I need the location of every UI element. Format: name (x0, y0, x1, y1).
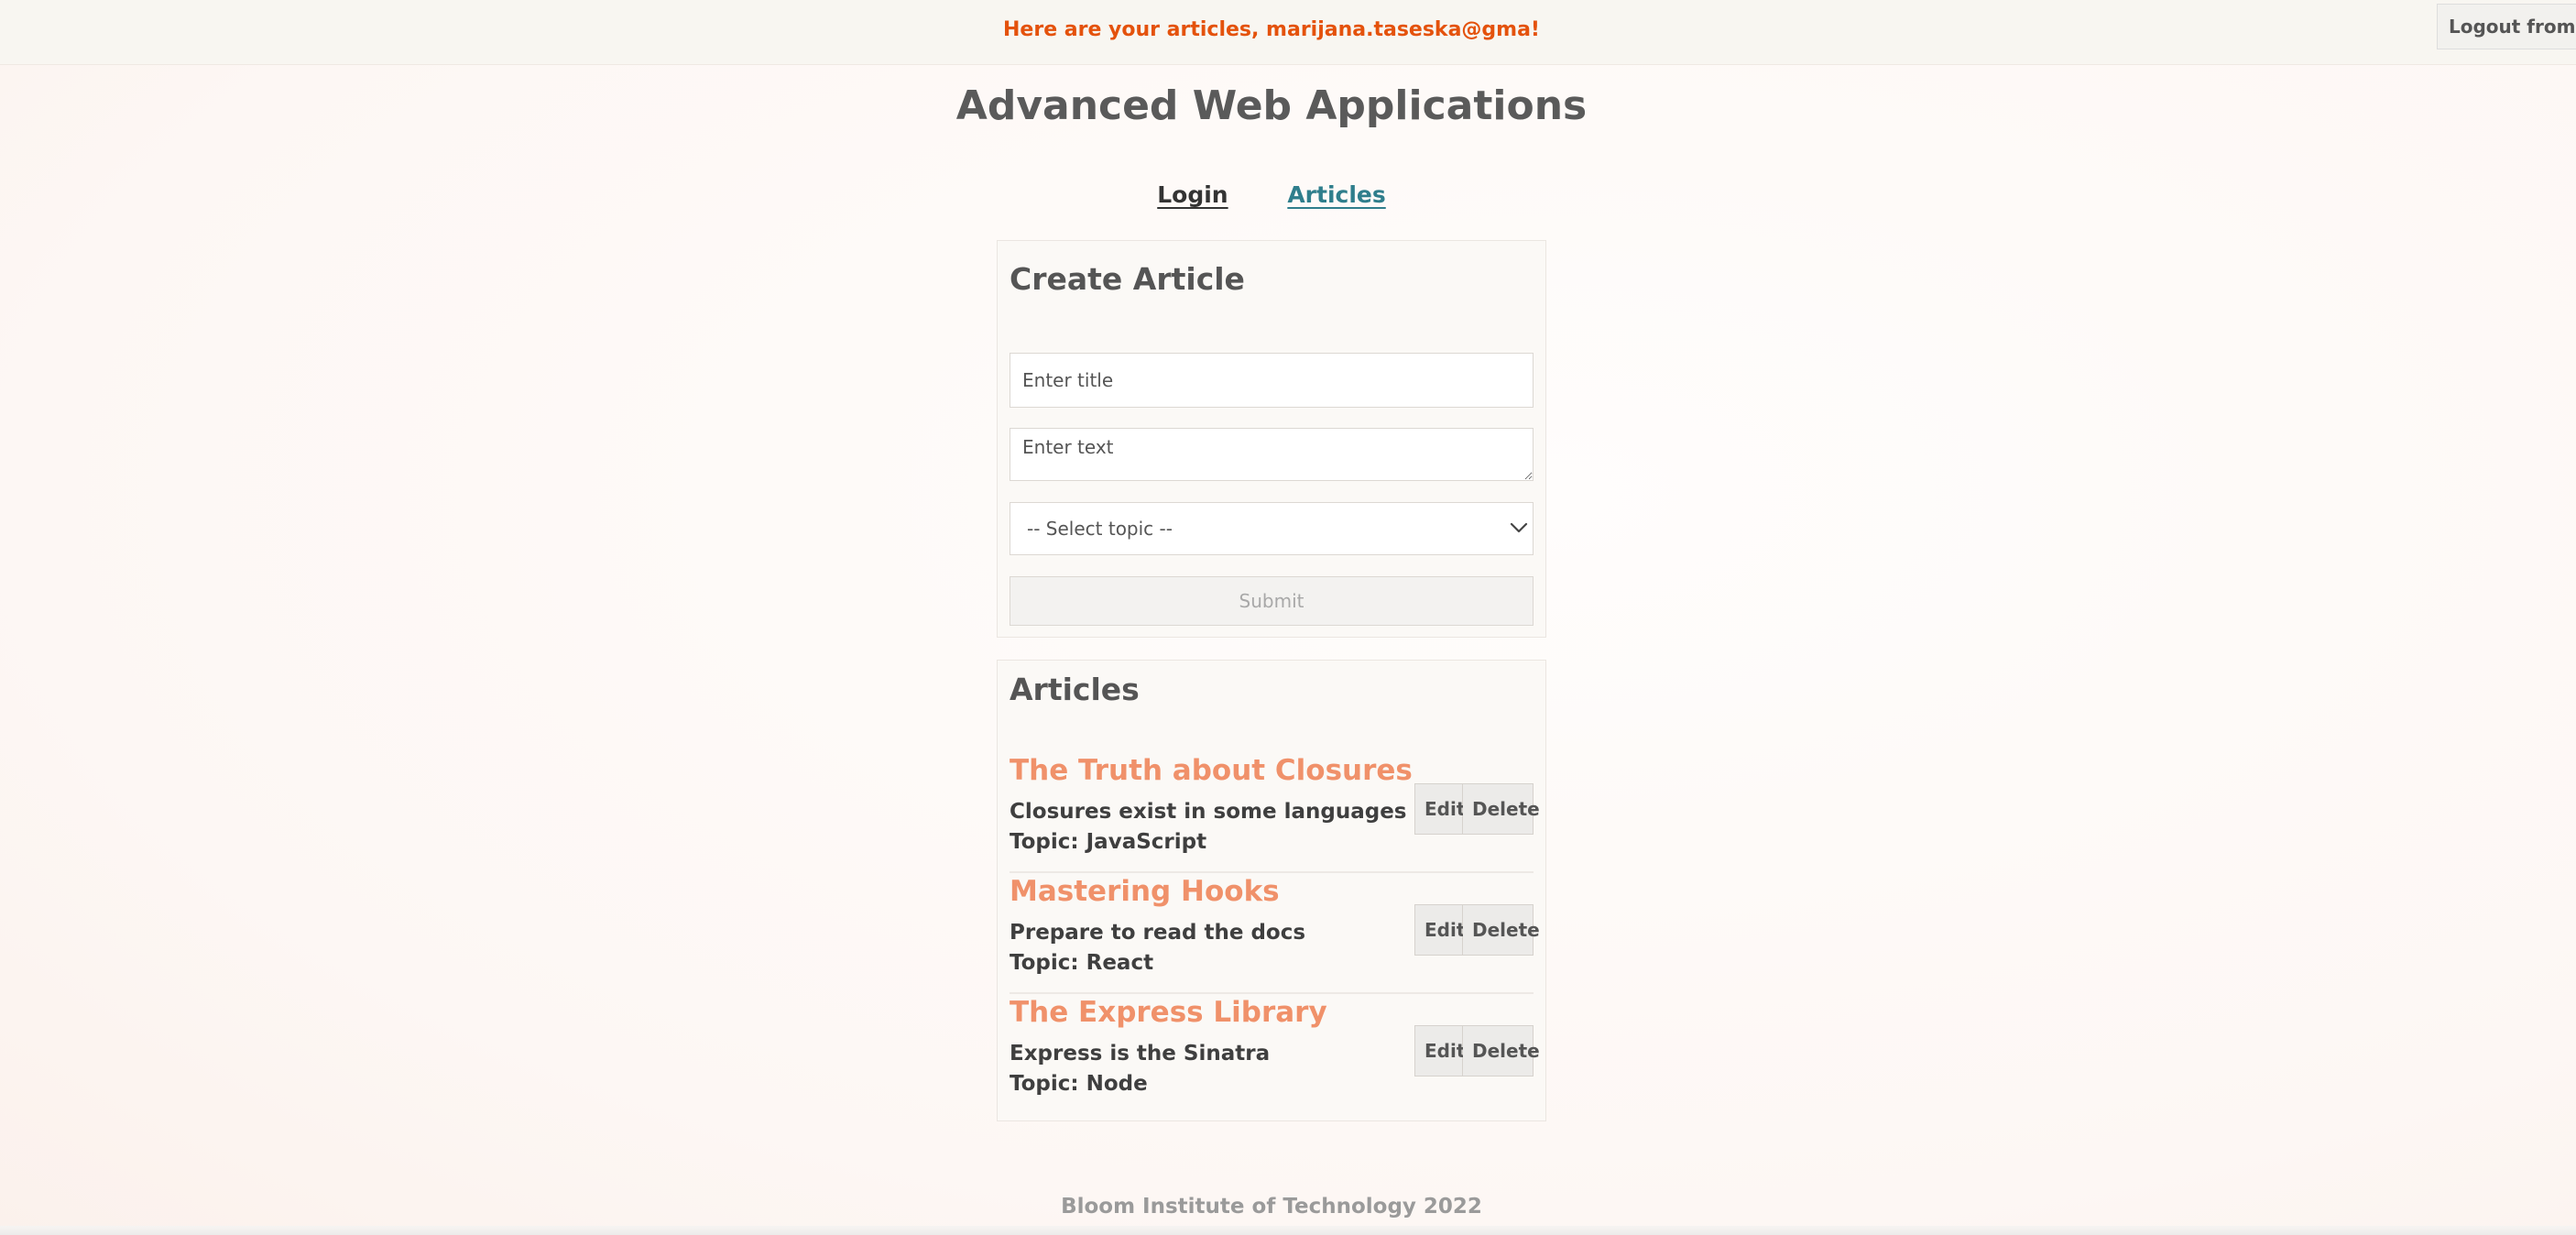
nav-login-link[interactable]: Login (1157, 181, 1228, 208)
edit-button[interactable]: Edit (1415, 1026, 1465, 1076)
delete-button[interactable]: Delete (1463, 905, 1540, 955)
article-actions: Edit Delete (1414, 783, 1540, 835)
article-text: Closures exist in some languages (1010, 800, 1407, 824)
article-actions: Edit Delete (1414, 904, 1540, 956)
bottom-strip (0, 1226, 2576, 1235)
edit-button[interactable]: Edit (1415, 784, 1465, 834)
page-title: Advanced Web Applications (955, 82, 1588, 129)
article-text: Prepare to read the docs (1010, 921, 1306, 945)
text-input[interactable] (1010, 428, 1534, 481)
create-article-heading: Create Article (1010, 261, 1245, 297)
article-title: The Truth about Closures (1010, 754, 1413, 787)
nav-articles-link[interactable]: Articles (1287, 181, 1385, 208)
submit-button[interactable]: Submit (1010, 576, 1534, 626)
main-nav: Login Articles (0, 181, 2543, 208)
article-topic: Topic: JavaScript (1010, 830, 1207, 854)
article-title: The Express Library (1010, 996, 1327, 1029)
edit-button[interactable]: Edit (1415, 905, 1465, 955)
logout-button[interactable]: Logout from app (2437, 4, 2576, 49)
article-actions: Edit Delete (1414, 1025, 1540, 1077)
article-text: Express is the Sinatra (1010, 1042, 1271, 1066)
top-bar: Here are your articles, marijana.taseska… (0, 0, 2576, 65)
article-title: Mastering Hooks (1010, 875, 1280, 908)
article-item: The Express Library Express is the Sinat… (1010, 996, 1540, 1115)
articles-panel: Articles The Truth about Closures Closur… (997, 660, 1546, 1121)
create-article-form: Create Article -- Select topic -- Submit (997, 240, 1546, 638)
footer: Bloom Institute of Technology 2022 (1061, 1195, 1482, 1219)
title-input[interactable] (1010, 353, 1534, 408)
article-topic: Topic: Node (1010, 1072, 1148, 1096)
topic-select[interactable]: -- Select topic -- (1010, 502, 1534, 555)
articles-heading: Articles (1010, 672, 1140, 707)
delete-button[interactable]: Delete (1463, 1026, 1540, 1076)
chevron-down-icon (1510, 522, 1528, 533)
delete-button[interactable]: Delete (1463, 784, 1540, 834)
article-topic: Topic: React (1010, 951, 1154, 975)
welcome-message: Here are your articles, marijana.taseska… (1003, 18, 1540, 41)
article-item: The Truth about Closures Closures exist … (1010, 754, 1540, 873)
article-item: Mastering Hooks Prepare to read the docs… (1010, 875, 1540, 994)
